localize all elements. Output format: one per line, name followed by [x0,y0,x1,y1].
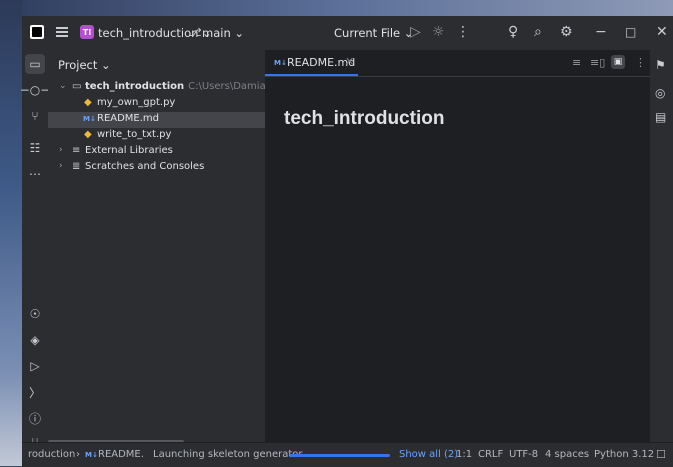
close-tab-icon[interactable]: ✕ [345,55,354,68]
project-tool-icon[interactable]: ▭ [25,54,45,74]
status-bar: roduction › M↓ README. Launching skeleto… [22,442,673,467]
breadcrumb-project[interactable]: roduction [28,449,75,460]
search-icon[interactable]: ⌕ [534,24,542,40]
markdown-file-icon: M↓ [85,451,98,459]
services-icon[interactable]: ▷ [25,356,45,376]
tree-row-label: tech_introduction [85,81,185,92]
close-icon[interactable]: ✕ [656,24,668,40]
chevron-right-icon[interactable]: › [59,145,63,155]
title-bar: TI tech_introduction ⌄ ⎇ main ⌄ Current … [22,16,673,50]
show-all-tasks-link[interactable]: Show all (2) [399,449,458,460]
tree-row-label: External Libraries [85,145,173,156]
project-badge[interactable]: TI [80,25,94,39]
run-config-selector[interactable]: Current File ⌄ [334,26,413,40]
scratches-icon: ≣ [72,161,81,172]
tree-row-root[interactable]: ⌄ ▭ tech_introductionC:\Users\Damian\Pyc… [48,80,265,96]
pull-requests-icon[interactable]: ⑂ [25,106,45,126]
ai-assistant-icon[interactable]: ◎ [655,86,665,100]
add-user-icon[interactable]: ♀ [508,24,518,40]
breadcrumb-file[interactable]: README. [98,449,144,460]
editor-tab-bar: M↓ README.md ✕ ≡ ≡▯ ▣ ⋮ [265,50,650,77]
tree-row-file[interactable]: ◆ my_own_gpt.py [48,96,265,112]
hamburger-icon[interactable] [56,27,68,38]
python-file-icon: ◆ [84,97,92,108]
editor-more-icon[interactable]: ⋮ [635,56,646,69]
interpreter-selector[interactable]: Python 3.12 [594,449,654,460]
problems-icon[interactable]: ⓘ [25,408,45,428]
notifications-icon[interactable]: ⚑ [655,58,666,72]
desktop-background-left [0,0,22,466]
markdown-file-icon: M↓ [83,115,96,123]
minimize-icon[interactable]: − [595,24,607,40]
editor-only-view-icon[interactable]: ≡ [572,56,581,69]
background-task-progress[interactable] [290,454,390,457]
folder-icon: ▭ [72,81,82,92]
project-panel: Project ⌄ ⌄ ▭ tech_introduction C:\Users\… [48,50,266,442]
background-task-label[interactable]: Launching skeleton generator... [153,449,311,460]
settings-icon[interactable]: ⚙ [560,24,573,40]
structure-icon[interactable]: ☷ [25,138,45,158]
library-icon: ≡ [72,145,81,156]
tree-row-label: my_own_gpt.py [97,97,176,108]
database-icon[interactable]: ▤ [655,110,666,124]
tree-row-label: README.md [97,113,160,124]
python-packages-icon[interactable]: ☉ [25,304,45,324]
project-panel-title[interactable]: Project ⌄ [58,58,111,72]
chevron-right-icon[interactable]: › [59,161,63,171]
maximize-icon[interactable]: □ [625,25,636,39]
more-icon[interactable]: ⋮ [456,24,470,40]
preview-view-icon[interactable]: ▣ [611,55,625,69]
tree-row-label: Scratches and Consoles [85,161,205,172]
tree-row-file-selected[interactable]: M↓ README.md [48,112,265,128]
tree-row-scratches[interactable]: › ≣ Scratches and Consoles [48,160,265,176]
tree-row-label: write_to_txt.py [97,129,172,140]
editor-area[interactable]: M↓ README.md ✕ ≡ ≡▯ ▣ ⋮ tech_introductio… [265,50,650,442]
markdown-file-icon: M↓ [274,59,287,67]
encoding-selector[interactable]: UTF-8 [509,449,538,460]
tree-row-path: C:\Users\Damian\Pycharm [188,81,265,92]
indent-selector[interactable]: 4 spaces [545,449,589,460]
chevron-down-icon[interactable]: ⌄ [59,81,67,91]
tree-row-file[interactable]: ◆ write_to_txt.py [48,128,265,144]
python-file-icon: ◆ [84,129,92,140]
tab-readme[interactable]: M↓ README.md ✕ [265,50,358,76]
split-view-icon[interactable]: ≡▯ [590,56,605,69]
left-tool-strip: ▭ −○− ⑂ ☷ ⋯ ☉ ◈ ▷ 〉 ⓘ ⑂ [20,50,51,449]
lock-icon[interactable]: ☐ [656,448,666,461]
right-tool-strip: ⚑ ◎ ▤ [650,50,673,442]
breadcrumb-separator: › [76,449,80,460]
terminal-icon[interactable]: 〉 [25,382,45,402]
layers-icon[interactable]: ◈ [25,330,45,350]
line-ending-selector[interactable]: CRLF [478,449,503,460]
tree-row-external-libraries[interactable]: › ≡ External Libraries [48,144,265,160]
branch-icon[interactable]: ⎇ [189,26,202,39]
run-icon[interactable]: ▷ [410,24,421,40]
debug-icon[interactable]: ☼ [432,24,445,40]
branch-selector[interactable]: main ⌄ [202,26,244,40]
caret-position[interactable]: 1:1 [456,449,472,460]
ide-window: TI tech_introduction ⌄ ⎇ main ⌄ Current … [20,16,673,467]
more-tools-icon[interactable]: ⋯ [25,164,45,184]
commit-tool-icon[interactable]: −○− [20,80,51,100]
markdown-preview-heading: tech_introduction [284,108,445,129]
pycharm-logo-icon[interactable] [30,25,44,39]
